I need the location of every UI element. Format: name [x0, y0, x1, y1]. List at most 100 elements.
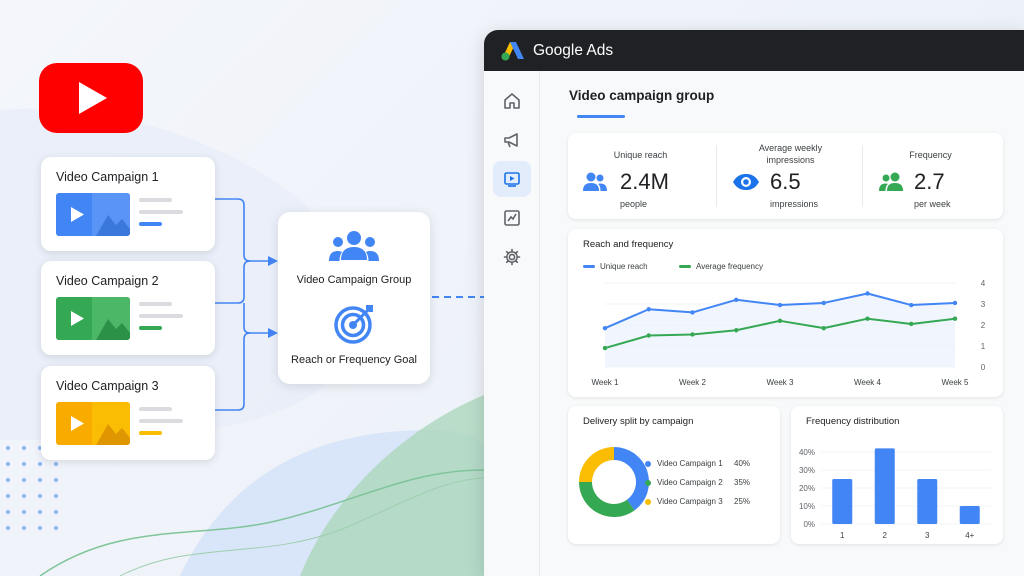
people-icon: [583, 172, 607, 191]
nav-campaigns[interactable]: [493, 122, 531, 158]
campaign-card-3[interactable]: Video Campaign 3: [41, 366, 215, 460]
metric-unit: per week: [914, 199, 951, 209]
people-icon: [329, 231, 379, 261]
metric-value: 2.4M: [620, 169, 669, 194]
people-icon: [879, 172, 903, 191]
text-line: [139, 419, 183, 423]
data-point: [734, 297, 739, 302]
campaign-card-1[interactable]: Video Campaign 1: [41, 157, 215, 251]
sidebar: [484, 71, 540, 576]
youtube-logo: [39, 63, 143, 133]
target-icon: [334, 305, 373, 344]
legend-dot: [645, 499, 651, 505]
accent-line: [139, 431, 162, 435]
donut-slice: [579, 447, 614, 482]
y-tick-label: 40%: [799, 448, 815, 457]
data-point: [821, 325, 826, 331]
delivery-split-panel: Delivery split by campaign Video Campaig…: [568, 406, 780, 544]
metric-label: Unique reach: [613, 150, 668, 160]
metric-label: Average weekly impressions: [758, 143, 823, 165]
y-tick-label: 0: [981, 363, 986, 372]
x-tick-label: Week 3: [767, 378, 795, 387]
text-line: [139, 407, 172, 411]
data-point: [909, 302, 914, 308]
y-tick-label: 2: [981, 321, 986, 330]
y-tick-label: 1: [981, 342, 986, 351]
text-line: [139, 198, 172, 202]
gear-icon: [503, 248, 521, 266]
metric-frequency: Frequency 2.7 per week: [858, 133, 1003, 219]
x-tick-label: 3: [925, 531, 930, 540]
bar: [917, 479, 938, 524]
goal-label: Reach or Frequency Goal: [291, 354, 417, 366]
legend-dot: [645, 480, 651, 486]
x-tick-label: Week 4: [854, 378, 882, 387]
metric-value: 2.7: [914, 169, 945, 194]
x-tick-label: 2: [883, 531, 888, 540]
y-tick-label: 0%: [803, 520, 815, 529]
accent-line: [139, 222, 162, 226]
reports-icon: [504, 210, 520, 226]
bar: [874, 448, 895, 524]
data-point: [690, 332, 695, 337]
data-point: [865, 316, 870, 321]
data-point: [646, 307, 651, 312]
nav-reports[interactable]: [493, 200, 531, 236]
nav-settings[interactable]: [493, 239, 531, 275]
page-title: Video campaign group: [569, 88, 715, 103]
video-icon: [504, 172, 520, 187]
bar: [832, 479, 853, 524]
metric-unit: impressions: [770, 199, 819, 209]
donut-slice: [614, 447, 649, 511]
y-tick-label: 10%: [799, 502, 815, 511]
legend-label: Video Campaign 3: [657, 497, 723, 506]
data-point: [646, 333, 651, 338]
home-icon: [504, 93, 520, 109]
y-tick-label: 20%: [799, 484, 815, 493]
delivery-donut-chart: [579, 447, 649, 517]
x-tick-label: Week 2: [679, 378, 707, 387]
text-line: [139, 210, 183, 214]
frequency-distribution-panel: Frequency distribution 0% 10% 20% 30% 40% 1 2 3…: [791, 406, 1003, 544]
data-point: [602, 345, 608, 351]
x-tick-label: Week 1: [592, 378, 620, 387]
donut-slice: [579, 482, 635, 517]
campaign-group-card[interactable]: Video Campaign Group Reach or Frequency …: [278, 212, 430, 384]
data-point: [952, 316, 958, 321]
ads-header: Google Ads: [484, 30, 1024, 71]
divider: [716, 145, 717, 207]
metric-label: Frequency: [909, 150, 952, 160]
metric-weekly-impressions: Average weekly impressions 6.5 impressio…: [718, 133, 863, 219]
data-point: [734, 328, 739, 333]
y-tick-label: 4: [981, 279, 986, 288]
text-line: [139, 314, 183, 318]
google-ads-logo-icon: [501, 42, 524, 61]
x-tick-label: 1: [840, 531, 845, 540]
data-point: [777, 318, 783, 323]
legend-dot: [645, 461, 651, 467]
legend-percent: 40%: [734, 459, 751, 468]
legend-label: Video Campaign 2: [657, 478, 723, 487]
legend-percent: 35%: [734, 478, 751, 487]
y-tick-label: 3: [981, 300, 986, 309]
reach-frequency-chart: 0 1 2 3 4 Week 1 Week 2 Week 3 Week 4 Week 5: [592, 279, 986, 387]
nav-video[interactable]: [493, 161, 531, 197]
campaign-card-2[interactable]: Video Campaign 2: [41, 261, 215, 355]
x-tick-label: 4+: [965, 531, 974, 540]
video-thumbnail-icon: [56, 297, 130, 340]
tab-indicator: [577, 115, 625, 118]
data-point: [865, 291, 870, 296]
data-point: [821, 300, 826, 306]
frequency-bar-chart: 0% 10% 20% 30% 40% 1 2 3 4+: [799, 448, 991, 540]
video-thumbnail-icon: [56, 193, 130, 236]
nav-home[interactable]: [493, 83, 531, 119]
app-title: Google Ads: [533, 42, 614, 59]
text-line: [139, 302, 172, 306]
legend-percent: 25%: [734, 497, 751, 506]
group-label: Video Campaign Group: [296, 274, 412, 286]
data-point: [777, 302, 783, 308]
megaphone-icon: [504, 133, 518, 148]
metric-value: 6.5: [770, 169, 801, 194]
campaign-title: Video Campaign 3: [56, 379, 159, 393]
x-tick-label: Week 5: [942, 378, 970, 387]
